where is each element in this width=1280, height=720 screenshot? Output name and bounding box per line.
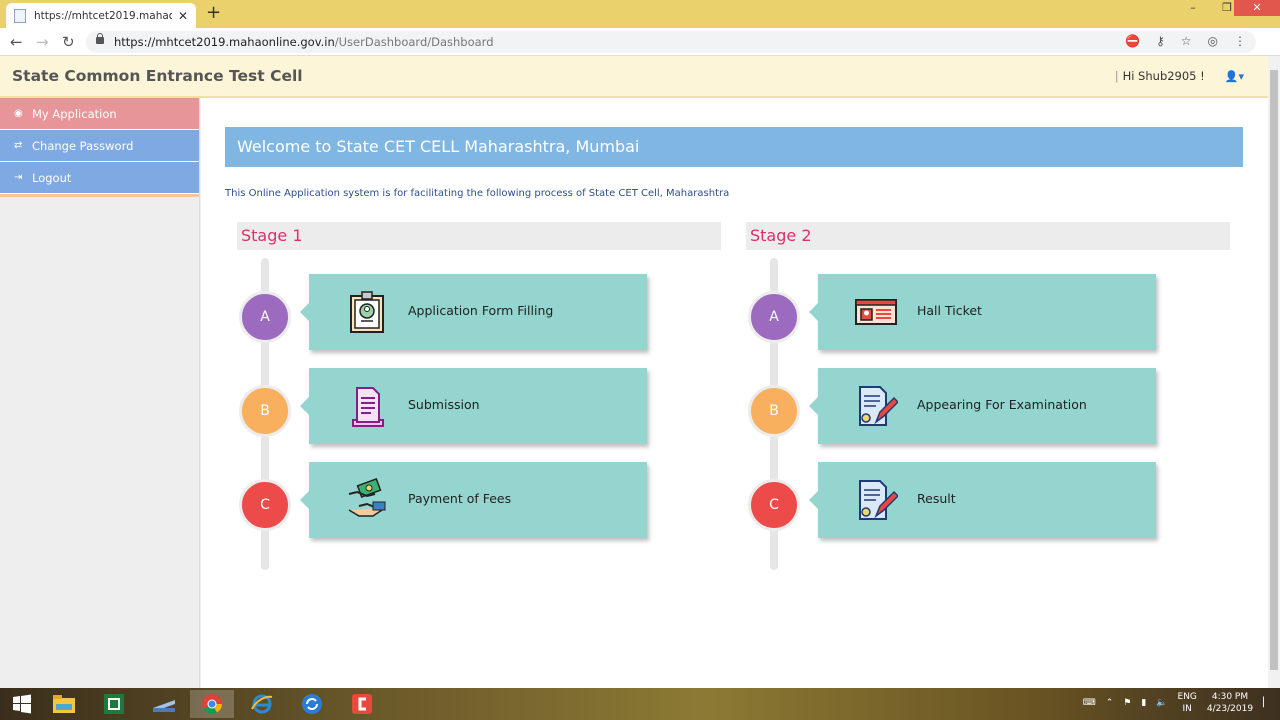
stage-2-card-examination[interactable]: Appearing For Examination: [809, 368, 1156, 444]
sidebar-item-label: My Application: [32, 106, 117, 121]
stage-1-heading: Stage 1: [237, 222, 721, 250]
stage-1-card-application-form[interactable]: Application Form Filling: [300, 274, 647, 350]
stage-2-heading: Stage 2: [746, 222, 1230, 250]
flag-icon[interactable]: ⚑: [1123, 698, 1131, 708]
internet-explorer-icon[interactable]: [240, 690, 284, 718]
card-label: Hall Ticket: [917, 303, 982, 318]
card-label: Submission: [408, 397, 480, 412]
user-dropdown-icon[interactable]: 👤▾: [1225, 70, 1244, 83]
clock[interactable]: 4:30 PM 4/23/2019: [1207, 691, 1253, 715]
scrollbar-thumb[interactable]: [1270, 70, 1278, 670]
stage-2-step-b-badge: B: [748, 385, 800, 437]
sidebar-divider: [0, 194, 199, 197]
chrome-app-icon[interactable]: [190, 690, 234, 718]
keyboard-icon[interactable]: ⌨: [1083, 698, 1096, 708]
new-tab-button[interactable]: +: [206, 4, 221, 22]
page-favicon-icon: [14, 8, 26, 23]
volume-icon[interactable]: 🔈: [1156, 698, 1167, 708]
network-icon[interactable]: ▮: [1141, 698, 1146, 708]
video-app-icon[interactable]: [340, 690, 384, 718]
back-arrow-icon[interactable]: ←: [10, 33, 23, 51]
browser-tab-strip: https://mhtcet2019.mahaonline.g ✕ + – ❐ …: [0, 0, 1280, 28]
close-window-button[interactable]: ✕: [1234, 0, 1280, 16]
dashboard-icon: ◉: [14, 108, 23, 119]
exam-paper-pen-icon: [859, 386, 898, 426]
intro-text: This Online Application system is for fa…: [225, 188, 730, 199]
reload-icon[interactable]: ↻: [62, 33, 75, 51]
welcome-banner: Welcome to State CET CELL Maharashtra, M…: [225, 127, 1243, 167]
user-greeting: Hi Shub2905 !: [1122, 69, 1205, 83]
tab-title: https://mhtcet2019.mahaonline.g: [34, 9, 172, 22]
card-label: Appearing For Examination: [917, 397, 1087, 412]
card-label: Application Form Filling: [408, 303, 554, 318]
stage-1-step-a-badge: A: [239, 291, 291, 343]
sidebar-item-my-application[interactable]: ◉ My Application: [0, 98, 199, 130]
browser-tab[interactable]: https://mhtcet2019.mahaonline.g ✕: [6, 3, 196, 28]
card-label: Result: [917, 491, 956, 506]
key-icon[interactable]: ⚷: [1156, 34, 1165, 48]
sidebar: ◉ My Application ⇄ Change Password ⇥ Log…: [0, 98, 200, 688]
tab-close-icon[interactable]: ✕: [178, 9, 188, 23]
exchange-icon: ⇄: [14, 140, 23, 151]
header-separator: |: [1114, 69, 1119, 83]
sign-out-icon: ⇥: [14, 172, 23, 183]
language-indicator[interactable]: ENG IN: [1178, 691, 1197, 715]
hall-ticket-icon: [855, 299, 897, 325]
address-bar[interactable]: https://mhtcet2019.mahaonline.gov.in/Use…: [86, 31, 1256, 53]
lock-icon: [96, 33, 104, 44]
taskbar: ⌨ ⌃ ⚑ ▮ 🔈 ENG IN 4:30 PM 4/23/2019 ▏: [0, 688, 1280, 720]
blocked-content-icon[interactable]: ⛔: [1125, 34, 1140, 48]
stage-2-card-hall-ticket[interactable]: Hall Ticket: [809, 274, 1156, 350]
stage-1-card-payment[interactable]: Payment of Fees: [300, 462, 647, 538]
result-paper-pen-icon: [859, 480, 898, 520]
document-submission-icon: [352, 387, 384, 427]
sidebar-item-change-password[interactable]: ⇄ Change Password: [0, 130, 199, 162]
menu-kebab-icon[interactable]: ⋮: [1234, 34, 1246, 48]
file-explorer-icon[interactable]: [42, 690, 86, 718]
stage-2-card-result[interactable]: Result: [809, 462, 1156, 538]
user-menu[interactable]: | Hi Shub2905 ! 👤▾: [1115, 69, 1244, 83]
stage-1-card-submission[interactable]: Submission: [300, 368, 647, 444]
sidebar-item-label: Change Password: [32, 138, 134, 153]
show-desktop-button[interactable]: ▏: [1263, 698, 1270, 708]
application-form-icon: [350, 291, 384, 333]
scanner-app-icon[interactable]: [142, 690, 186, 718]
stage-2-step-c-badge: C: [748, 479, 800, 531]
address-toolbar: ← → ↻ https://mhtcet2019.mahaonline.gov.…: [0, 28, 1280, 56]
sync-app-icon[interactable]: [290, 690, 334, 718]
minimize-button[interactable]: –: [1180, 0, 1206, 16]
url-text[interactable]: https://mhtcet2019.mahaonline.gov.in/Use…: [114, 35, 494, 49]
stage-2-step-a-badge: A: [748, 291, 800, 343]
sidebar-item-logout[interactable]: ⇥ Logout: [0, 162, 199, 194]
windows-start-icon[interactable]: [0, 690, 44, 718]
stage-1-step-b-badge: B: [239, 385, 291, 437]
sidebar-item-label: Logout: [32, 170, 72, 185]
site-title[interactable]: State Common Entrance Test Cell: [12, 67, 303, 85]
excel-app-icon[interactable]: [92, 690, 136, 718]
site-header: State Common Entrance Test Cell | Hi Shu…: [0, 56, 1268, 98]
forward-arrow-icon[interactable]: →: [36, 33, 49, 51]
tray-expand-icon[interactable]: ⌃: [1106, 698, 1114, 708]
bookmark-star-icon[interactable]: ☆: [1181, 34, 1192, 48]
card-label: Payment of Fees: [408, 491, 512, 506]
payment-hands-icon: [348, 478, 386, 517]
page-scrollbar[interactable]: [1268, 56, 1280, 688]
extension-icon[interactable]: ◎: [1208, 34, 1218, 48]
system-tray: ⌨ ⌃ ⚑ ▮ 🔈 ENG IN 4:30 PM 4/23/2019 ▏: [1083, 691, 1270, 715]
stage-1-step-c-badge: C: [239, 479, 291, 531]
main-content: Welcome to State CET CELL Maharashtra, M…: [201, 98, 1268, 688]
